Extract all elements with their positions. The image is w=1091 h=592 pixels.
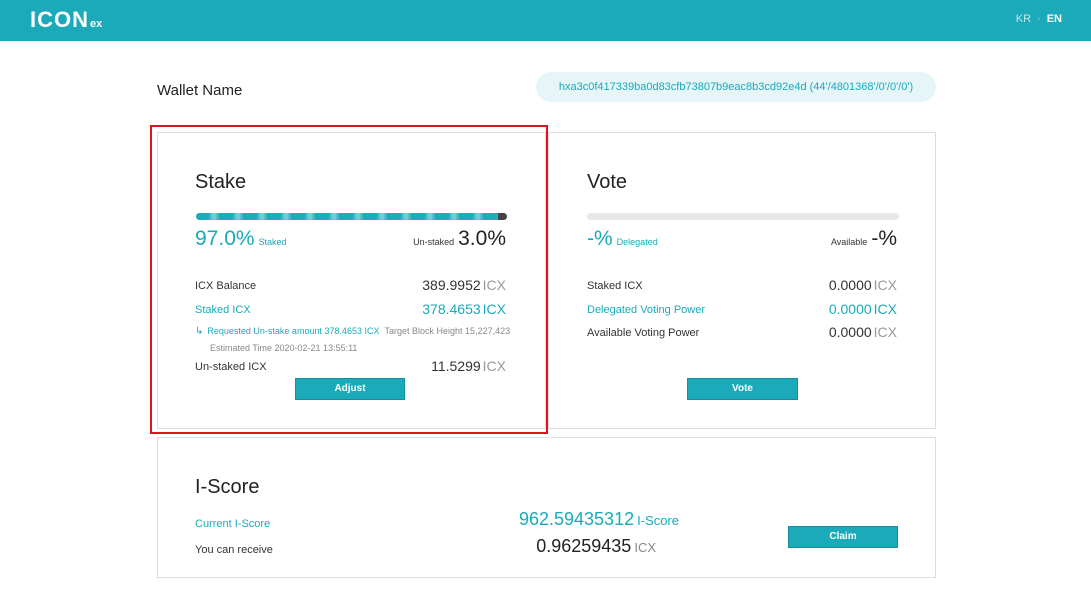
iscore-card: I-Score Current I-Score You can receive … — [157, 437, 936, 578]
you-can-receive-label: You can receive — [195, 544, 273, 556]
stake-highlight-frame — [150, 125, 548, 434]
lang-separator: · — [1037, 13, 1041, 25]
delegated-percent-label: Delegated — [616, 237, 658, 247]
available-power-unit: ICX — [873, 324, 897, 340]
receive-icx-number: 0.96259435 — [536, 536, 632, 556]
delegated-power-unit: ICX — [873, 301, 897, 317]
available-power-number: 0.0000 — [828, 324, 872, 340]
lang-kr-link[interactable]: KR — [1016, 13, 1031, 25]
vote-progress-bar — [587, 213, 899, 220]
logo-suffix: ex — [90, 18, 103, 30]
language-switcher: KR · EN — [1016, 13, 1062, 25]
delegated-power-label: Delegated Voting Power — [587, 304, 706, 316]
vote-title: Vote — [587, 171, 628, 193]
wallet-address[interactable]: hxa3c0f417339ba0d83cfb73807b9eac8b3cd92e… — [536, 72, 936, 102]
wallet-name: Wallet Name — [157, 82, 243, 99]
vote-button[interactable]: Vote — [687, 378, 798, 400]
available-percent: Available -% — [831, 227, 897, 251]
vote-staked-icx-label: Staked ICX — [587, 280, 643, 292]
icon-logo[interactable]: ICONex — [30, 7, 102, 33]
current-iscore-value: 962.59435312 I-Score — [519, 509, 679, 530]
available-power-label: Available Voting Power — [587, 327, 700, 339]
vote-staked-icx-value: 0.0000 ICX — [829, 277, 897, 293]
delegated-percent-value: -% — [587, 227, 613, 250]
receive-icx-value: 0.96259435 ICX — [536, 536, 656, 557]
claim-button[interactable]: Claim — [788, 526, 898, 548]
vote-staked-icx-number: 0.0000 — [828, 277, 872, 293]
delegated-percent: -% Delegated — [587, 227, 658, 251]
available-percent-value: -% — [871, 227, 897, 250]
lang-en-link[interactable]: EN — [1047, 13, 1062, 25]
iscore-title: I-Score — [195, 476, 260, 498]
receive-icx-unit: ICX — [634, 540, 656, 555]
top-navbar: ICONex KR · EN — [0, 0, 1091, 41]
available-power-value: 0.0000 ICX — [829, 324, 897, 340]
available-percent-label: Available — [830, 237, 868, 247]
current-iscore-unit: I-Score — [637, 513, 679, 528]
vote-card: Vote -% Delegated Available -% Staked ICX … — [548, 132, 936, 429]
delegated-power-number: 0.0000 — [828, 301, 872, 317]
vote-staked-icx-unit: ICX — [873, 277, 897, 293]
current-iscore-number: 962.59435312 — [518, 509, 635, 529]
delegated-power-value: 0.0000 ICX — [829, 301, 897, 317]
logo-text: ICON — [30, 7, 89, 32]
current-iscore-label: Current I-Score — [195, 518, 271, 530]
